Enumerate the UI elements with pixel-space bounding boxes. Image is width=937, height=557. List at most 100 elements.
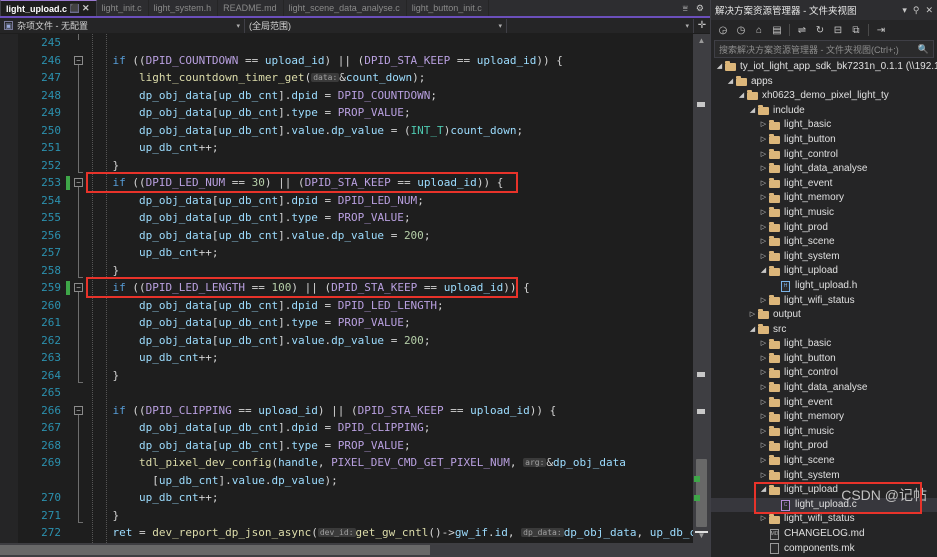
chevron-right-icon[interactable]: ▷ — [759, 396, 768, 411]
editor-tab-light-scene-data-analyse-c[interactable]: light_scene_data_analyse.c — [283, 0, 407, 16]
code-line[interactable]: dp_obj_data[up_db_cnt].dpid = DPID_COUNT… — [86, 87, 710, 105]
tree-item-xh0623-demo-pixel-light-ty[interactable]: ◢ xh0623_demo_pixel_light_ty — [711, 89, 937, 104]
tree-item-components.mk[interactable]: components.mk — [711, 542, 937, 557]
split-view-icon[interactable]: ✛ — [694, 20, 710, 31]
solution-explorer-tree[interactable]: ◢ ty_iot_light_app_sdk_bk7231n_0.1.1 (\\1… — [711, 60, 937, 557]
code-line[interactable]: up_db_cnt++; — [86, 244, 710, 262]
copy-icon[interactable]: ⧉ — [850, 24, 862, 36]
chevron-right-icon[interactable]: ▷ — [759, 469, 768, 484]
tree-item-light-button[interactable]: ▷ light_button — [711, 133, 937, 148]
search-input[interactable]: 搜索解决方案资源管理器 - 文件夹视图(Ctrl+;) — [719, 43, 899, 56]
chevron-right-icon[interactable]: ▷ — [759, 250, 768, 265]
tree-item-light-scene[interactable]: ▷ light_scene — [711, 235, 937, 250]
code-line[interactable]: dp_obj_data[up_db_cnt].dpid = DPID_CLIPP… — [86, 419, 710, 437]
code-line[interactable]: dp_obj_data[up_db_cnt].type = PROP_VALUE… — [86, 104, 710, 122]
sync-icon[interactable]: ⇌ — [796, 24, 808, 36]
tree-item-light-music[interactable]: ▷ light_music — [711, 206, 937, 221]
tree-item-changelog.md[interactable]: MD CHANGELOG.md — [711, 527, 937, 542]
chevron-right-icon[interactable]: ▷ — [759, 162, 768, 177]
breakpoint-margin[interactable] — [0, 34, 18, 543]
chevron-right-icon[interactable]: ▷ — [759, 337, 768, 352]
tree-item-light-button[interactable]: ▷ light_button — [711, 352, 937, 367]
chevron-right-icon[interactable]: ▷ — [759, 454, 768, 469]
editor-tab-light-init-c[interactable]: light_init.c — [96, 0, 149, 16]
code-line[interactable]: up_db_cnt++; — [86, 139, 710, 157]
tree-item-light-memory[interactable]: ▷ light_memory — [711, 191, 937, 206]
code-line[interactable]: dp_obj_data[up_db_cnt].type = PROP_VALUE… — [86, 314, 710, 332]
forward-icon[interactable]: ◷ — [735, 24, 747, 36]
chevron-down-icon[interactable]: ◢ — [759, 483, 768, 498]
tree-item-light-wifi-status[interactable]: ▷ light_wifi_status — [711, 512, 937, 527]
code-line[interactable]: if ((DPID_LED_LENGTH == 100) || (DPID_ST… — [86, 279, 710, 297]
chevron-right-icon[interactable]: ▷ — [759, 118, 768, 133]
tree-item-light-upload.h[interactable]: Hlight_upload.h — [711, 279, 937, 294]
fold-collapse-icon[interactable]: − — [74, 283, 83, 292]
gear-icon[interactable]: ⚙ — [696, 3, 704, 14]
tree-item-light-prod[interactable]: ▷ light_prod — [711, 221, 937, 236]
nav-member-dropdown[interactable]: ▾ — [507, 18, 694, 33]
code-folding-margin[interactable]: −−−−− — [72, 34, 84, 543]
chevron-right-icon[interactable]: ▷ — [759, 206, 768, 221]
chevron-right-icon[interactable]: ▷ — [759, 177, 768, 192]
code-line[interactable]: [up_db_cnt].value.dp_value); — [86, 472, 710, 490]
code-editor[interactable]: 245 246 247 248 249 250 251 252 253 254 255 256 257 2… — [0, 34, 710, 543]
editor-tab-light-upload-c[interactable]: light_upload.c ⬛ ✕ — [0, 0, 97, 16]
close-icon[interactable]: ✕ — [925, 5, 933, 16]
chevron-right-icon[interactable]: ▷ — [748, 308, 757, 323]
fold-collapse-icon[interactable]: − — [74, 405, 83, 415]
chevron-right-icon[interactable]: ▷ — [759, 235, 768, 250]
show-all-files-icon[interactable]: ▤ — [771, 24, 783, 36]
chevron-down-icon[interactable]: ◢ — [748, 323, 757, 338]
tree-item-light-upload[interactable]: ◢ light_upload — [711, 264, 937, 279]
back-icon[interactable]: ◶ — [717, 24, 729, 36]
code-line[interactable]: dp_obj_data[up_db_cnt].type = PROP_VALUE… — [86, 209, 710, 227]
tree-item-ty-iot-light-app-sdk-bk7231n-0.1.1-192.168.56.10[interactable]: ◢ ty_iot_light_app_sdk_bk7231n_0.1.1 (\\1… — [711, 60, 937, 75]
tree-item-output[interactable]: ▷ output — [711, 308, 937, 323]
fold-collapse-icon[interactable]: − — [74, 178, 83, 187]
code-line[interactable]: dp_obj_data[up_db_cnt].value.dp_value = … — [86, 122, 710, 140]
scroll-up-icon[interactable]: ▲ — [693, 34, 710, 48]
code-line[interactable]: if ((DPID_LED_NUM == 30) || (DPID_STA_KE… — [86, 174, 710, 192]
code-line[interactable] — [86, 384, 710, 402]
home-icon[interactable]: ⌂ — [753, 24, 765, 36]
hscroll-thumb[interactable] — [0, 545, 430, 555]
chevron-right-icon[interactable]: ▷ — [759, 512, 768, 527]
chevron-right-icon[interactable]: ▷ — [759, 352, 768, 367]
nav-scope-dropdown[interactable]: (全局范围) ▾ — [245, 18, 507, 33]
collapse-all-icon[interactable]: ⊟ — [832, 24, 844, 36]
code-line[interactable]: } — [86, 262, 710, 280]
editor-tab-readme-md[interactable]: README.md — [218, 0, 284, 16]
tree-item-light-memory[interactable]: ▷ light_memory — [711, 410, 937, 425]
tree-item-light-prod[interactable]: ▷ light_prod — [711, 439, 937, 454]
tree-item-light-scene[interactable]: ▷ light_scene — [711, 454, 937, 469]
chevron-right-icon[interactable]: ▷ — [759, 191, 768, 206]
code-line[interactable]: dp_obj_data[up_db_cnt].type = PROP_VALUE… — [86, 437, 710, 455]
tree-item-include[interactable]: ◢ include — [711, 104, 937, 119]
chevron-down-icon[interactable]: ◢ — [737, 89, 746, 104]
chevron-right-icon[interactable]: ▷ — [759, 381, 768, 396]
chevron-right-icon[interactable]: ▷ — [759, 294, 768, 309]
editor-tab-light-button-init-c[interactable]: light_button_init.c — [406, 0, 489, 16]
code-line[interactable]: } — [86, 507, 710, 525]
code-line[interactable]: dp_obj_data[up_db_cnt].value.dp_value = … — [86, 227, 710, 245]
code-line[interactable]: tdl_pixel_dev_config(handle, PIXEL_DEV_C… — [86, 454, 710, 472]
tree-item-light-wifi-status[interactable]: ▷ light_wifi_status — [711, 294, 937, 309]
refresh-icon[interactable]: ↻ — [814, 24, 826, 36]
code-text[interactable]: if ((DPID_COUNTDOWN == upload_id) || (DP… — [84, 34, 710, 543]
tree-item-light-data-analyse[interactable]: ▷ light_data_analyse — [711, 381, 937, 396]
chevron-right-icon[interactable]: ▷ — [759, 425, 768, 440]
chevron-right-icon[interactable]: ▷ — [759, 221, 768, 236]
tree-item-light-system[interactable]: ▷ light_system — [711, 469, 937, 484]
tree-item-light-data-analyse[interactable]: ▷ light_data_analyse — [711, 162, 937, 177]
tree-item-apps[interactable]: ◢ apps — [711, 75, 937, 90]
editor-tab-light-system-h[interactable]: light_system.h — [148, 0, 219, 16]
tree-item-light-basic[interactable]: ▷ light_basic — [711, 337, 937, 352]
code-line[interactable]: dp_obj_data[up_db_cnt].dpid = DPID_LED_L… — [86, 297, 710, 315]
chevron-down-icon[interactable]: ◢ — [759, 264, 768, 279]
pin-tab-icon[interactable]: ⬛ — [70, 4, 80, 13]
chevron-right-icon[interactable]: ▷ — [759, 410, 768, 425]
tree-item-light-music[interactable]: ▷ light_music — [711, 425, 937, 440]
solution-explorer-search[interactable]: 搜索解决方案资源管理器 - 文件夹视图(Ctrl+;) 🔍 — [714, 40, 934, 58]
code-line[interactable]: dp_obj_data[up_db_cnt].value.dp_value = … — [86, 332, 710, 350]
fold-collapse-icon[interactable]: − — [74, 55, 83, 65]
